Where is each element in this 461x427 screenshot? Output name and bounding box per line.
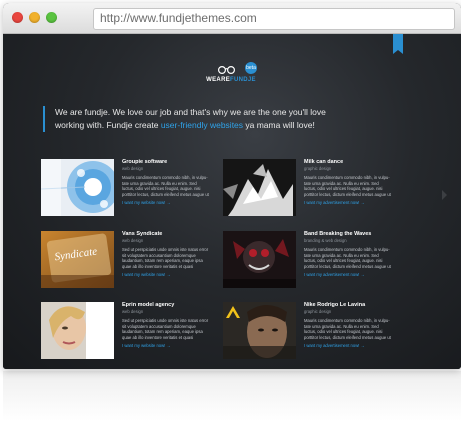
- project-title[interactable]: Groupie software: [122, 159, 220, 166]
- project-thumbnail-nike[interactable]: [223, 302, 296, 359]
- project-card-band[interactable]: Band Breaking the Waves branding & web d…: [223, 231, 403, 289]
- description-line: Sed ut perspiciatis unde omnis iste natu…: [122, 318, 209, 323]
- groupie-thumbnail-image: [41, 159, 114, 216]
- project-thumbnail-band[interactable]: [223, 231, 296, 288]
- project-info-groupie: Groupie software web design Mauris condi…: [122, 159, 220, 205]
- project-title[interactable]: Vans Syndicate: [122, 231, 220, 238]
- project-title[interactable]: Nike Rodrigo Le Lavina: [304, 302, 402, 309]
- project-thumbnail-eprin[interactable]: [41, 302, 114, 359]
- browser-window: http://www.fundjethemes.com beta WEAREFU…: [3, 3, 461, 369]
- project-description: Sed ut perspiciatis unde omnis iste natu…: [122, 247, 220, 269]
- project-card-eprin[interactable]: Eprin model agency web design Sed ut per…: [41, 302, 221, 360]
- project-card-nike[interactable]: Nike Rodrigo Le Lavina graphic design Ma…: [223, 302, 403, 360]
- nike-thumbnail-image: [223, 302, 296, 359]
- description-line: Mauris condimentum commodo nibh, in vulp…: [122, 175, 208, 180]
- project-category: graphic design: [304, 166, 332, 171]
- description-line: porttitor lectus, dictum eleifend metus …: [304, 334, 391, 340]
- project-description: Mauris condimentum commodo nibh, in vulp…: [304, 247, 402, 269]
- next-arrow-icon[interactable]: [442, 190, 447, 200]
- project-card-milk[interactable]: Milk can dance graphic design Mauris con…: [223, 159, 403, 217]
- description-line: Mauris condimentum commodo nibh, in vulp…: [304, 318, 390, 323]
- project-cta-link[interactable]: I want my website now! →: [122, 200, 220, 205]
- description-line: porttitor lectus, dictum eleifend metus …: [304, 191, 391, 197]
- website-page: beta WEAREFUNDJE We are fundje. We love …: [3, 34, 461, 369]
- logo-wordmark: WEAREFUNDJE: [201, 77, 261, 83]
- project-title[interactable]: Eprin model agency: [122, 302, 220, 309]
- project-title[interactable]: Band Breaking the Waves: [304, 231, 402, 238]
- project-thumbnail-groupie[interactable]: [41, 159, 114, 216]
- logo-word-accent: FUNDJE: [230, 77, 256, 83]
- project-thumbnail-milk[interactable]: [223, 159, 296, 216]
- address-bar-url: http://www.fundjethemes.com: [100, 11, 257, 25]
- project-card-vans[interactable]: Syndicate Vans Syndicate web design Sed …: [41, 231, 221, 289]
- project-cta-link[interactable]: I want my advertisement now! →: [304, 272, 402, 277]
- eprin-thumbnail-image: [41, 302, 114, 359]
- milk-thumbnail-image: [223, 159, 296, 216]
- minimize-window-button[interactable]: [29, 12, 40, 23]
- project-cta-link[interactable]: I want my website now! →: [122, 343, 220, 348]
- intro-line-2: working with. Fundje create user-friendl…: [55, 119, 355, 132]
- intro-line-1: We are fundje. We love our job and that'…: [55, 107, 326, 117]
- description-line: quae ab illo inventore veritatis et quas…: [122, 334, 194, 340]
- description-line: porttitor lectus, dictum eleifend metus …: [304, 263, 391, 269]
- project-title[interactable]: Milk can dance: [304, 159, 402, 166]
- address-bar[interactable]: http://www.fundjethemes.com: [93, 8, 455, 30]
- project-category: web design: [122, 309, 144, 314]
- project-card-groupie[interactable]: Groupie software web design Mauris condi…: [41, 159, 221, 217]
- bookmark-ribbon-icon[interactable]: [393, 34, 403, 54]
- description-line: Mauris condimentum commodo nibh, in vulp…: [304, 175, 390, 180]
- browser-toolbar: http://www.fundjethemes.com: [3, 3, 461, 34]
- description-line: Sed ut perspiciatis unde omnis iste natu…: [122, 247, 209, 252]
- project-description: Mauris condimentum commodo nibh, in vulp…: [304, 175, 402, 197]
- close-window-button[interactable]: [12, 12, 23, 23]
- beta-badge: beta: [245, 62, 257, 74]
- project-info-vans: Vans Syndicate web design Sed ut perspic…: [122, 231, 220, 277]
- description-line: porttitor lectus, dictum eleifend metus …: [122, 191, 209, 197]
- intro-text: We are fundje. We love our job and that'…: [43, 106, 355, 132]
- project-category: graphic design: [304, 309, 332, 314]
- description-line: quae ab illo inventore veritatis et quas…: [122, 263, 194, 269]
- project-cta-link[interactable]: I want my advertisement now! →: [304, 200, 402, 205]
- project-info-nike: Nike Rodrigo Le Lavina graphic design Ma…: [304, 302, 402, 348]
- band-thumbnail-image: [223, 231, 296, 288]
- project-thumbnail-vans[interactable]: Syndicate: [41, 231, 114, 288]
- project-info-milk: Milk can dance graphic design Mauris con…: [304, 159, 402, 205]
- project-cta-link[interactable]: I want my website now! →: [122, 272, 220, 277]
- description-line: Mauris condimentum commodo nibh, in vulp…: [304, 247, 390, 252]
- project-cta-link[interactable]: I want my advertisement now! →: [304, 343, 402, 348]
- user-friendly-websites-link[interactable]: user-friendly websites: [161, 120, 243, 130]
- site-logo[interactable]: beta WEAREFUNDJE: [201, 62, 261, 92]
- project-description: Mauris condimentum commodo nibh, in vulp…: [122, 175, 220, 197]
- project-info-band: Band Breaking the Waves branding & web d…: [304, 231, 402, 277]
- logo-word-main: WEARE: [206, 77, 231, 83]
- intro-line-2-start: working with. Fundje create: [55, 120, 161, 130]
- vans-thumbnail-image: Syndicate: [41, 231, 114, 288]
- project-description: Sed ut perspiciatis unde omnis iste natu…: [122, 318, 220, 340]
- project-category: web design: [122, 166, 144, 171]
- project-category: branding & web design: [304, 238, 347, 243]
- maximize-window-button[interactable]: [46, 12, 57, 23]
- window-reflection: [3, 371, 461, 421]
- project-info-eprin: Eprin model agency web design Sed ut per…: [122, 302, 220, 348]
- glasses-icon: [218, 66, 235, 74]
- project-description: Mauris condimentum commodo nibh, in vulp…: [304, 318, 402, 340]
- intro-line-2-end: ya mama will love!: [243, 120, 315, 130]
- project-category: web design: [122, 238, 144, 243]
